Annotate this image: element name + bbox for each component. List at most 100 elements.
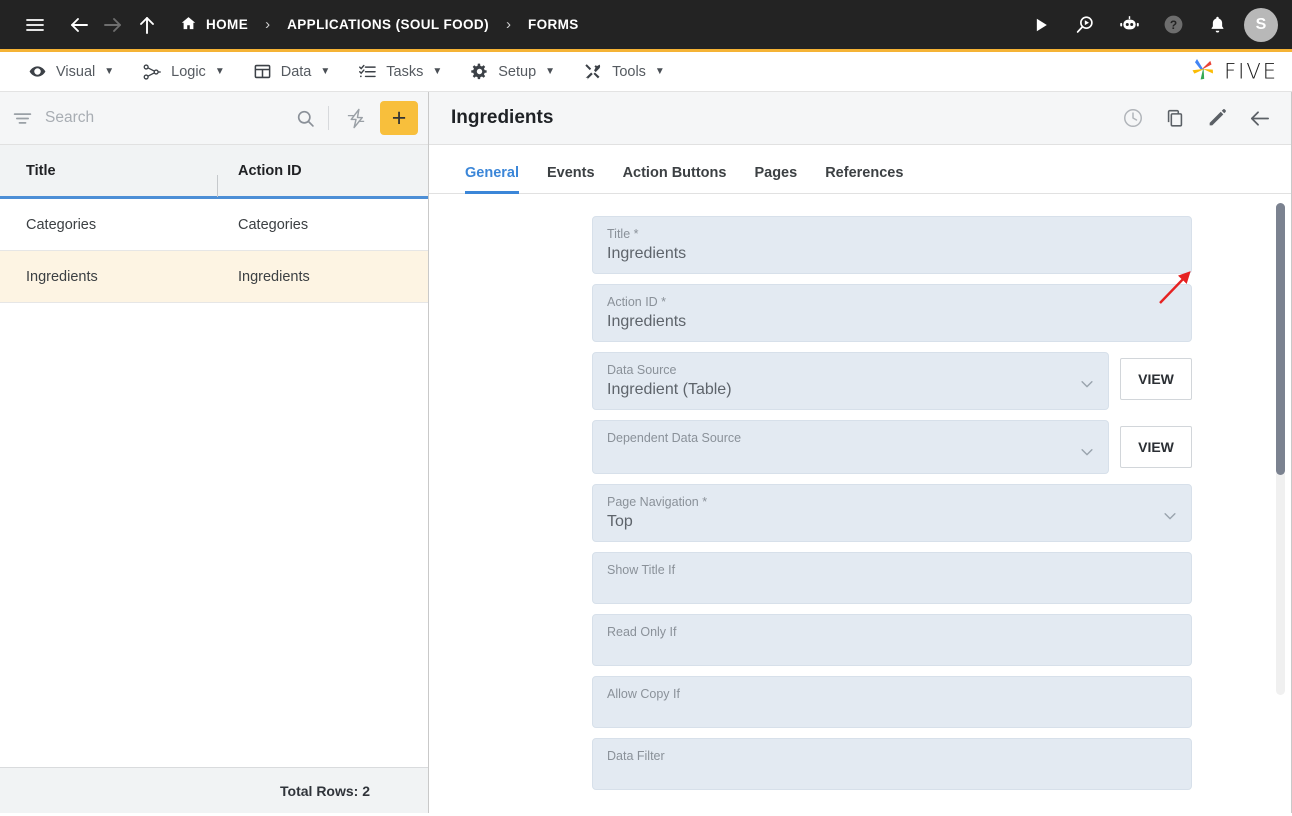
checklist-icon [358,62,377,81]
copy-icon[interactable] [1164,107,1186,129]
field-row-read-only-if: Read Only If [592,614,1192,666]
detail-header-actions [1122,107,1271,130]
chevron-down-icon: ▼ [104,66,115,77]
breadcrumb-label: FORMS [527,17,579,32]
field-row-allow-copy-if: Allow Copy If [592,676,1192,728]
back-arrow-icon[interactable] [1248,107,1271,130]
run-icon[interactable] [1024,8,1058,42]
field-row-page-navigation: Page Navigation * Top [592,484,1192,542]
data-filter-field[interactable]: Data Filter [592,738,1192,790]
field-row-dependent-data-source: Dependent Data Source VIEW [592,420,1192,474]
read-only-if-field[interactable]: Read Only If [592,614,1192,666]
menu-label: Data [280,63,312,80]
field-label: Action ID * [607,295,667,309]
topbar-actions: ? S [1024,7,1278,42]
history-clock-icon[interactable] [1122,107,1144,129]
scrollbar-thumb[interactable] [1276,203,1285,475]
field-value: Ingredient (Table) [607,381,732,398]
menu-item-setup[interactable]: Setup ▼ [456,52,569,91]
menu-item-logic[interactable]: Logic ▼ [128,52,239,91]
chevron-down-icon: ▼ [432,66,443,77]
search-icon[interactable] [295,108,316,129]
vertical-scrollbar[interactable] [1276,203,1285,695]
tab-references[interactable]: References [811,165,917,193]
breadcrumb: HOME › APPLICATIONS (SOUL FOOD) › FORMS [180,15,579,35]
page-title: Ingredients [451,107,554,128]
nav-forward-icon[interactable] [96,8,130,42]
field-value: Ingredients [607,245,687,262]
tab-pages[interactable]: Pages [740,165,811,193]
filter-icon[interactable] [12,108,33,129]
brand-text: FIVE [1224,59,1278,84]
row-title: Categories [26,216,97,233]
allow-copy-if-field[interactable]: Allow Copy If [592,676,1192,728]
column-header-action-id[interactable]: Action ID [218,163,302,179]
row-action-id: Categories [238,216,309,233]
menu-item-tools[interactable]: Tools ▼ [569,52,679,91]
five-logo: FIVE [1188,55,1278,88]
page-navigation-select[interactable]: Page Navigation * Top [592,484,1192,542]
menu-item-visual[interactable]: Visual ▼ [14,52,128,91]
hamburger-menu-icon[interactable] [18,8,52,42]
breadcrumb-item-applications[interactable]: APPLICATIONS (SOUL FOOD) [287,17,489,32]
title-field[interactable]: Title * Ingredients [592,216,1192,274]
detail-header: Ingredients [429,92,1291,145]
action-id-field[interactable]: Action ID * Ingredients [592,284,1192,342]
table-footer: Total Rows: 2 [0,767,428,813]
menu-label: Tasks [386,63,424,80]
notifications-bell-icon[interactable] [1200,8,1234,42]
chat-bot-icon[interactable] [1112,8,1146,42]
tools-icon [583,62,603,82]
field-label: Page Navigation * [607,495,708,509]
tab-general[interactable]: General [451,165,533,194]
user-avatar[interactable]: S [1244,7,1278,42]
menu-item-data[interactable]: Data ▼ [239,52,345,91]
search-input[interactable] [41,109,287,127]
detail-tabs: General Events Action Buttons Pages Refe… [429,145,1291,194]
tab-action-buttons[interactable]: Action Buttons [609,165,741,193]
dependent-data-source-select[interactable]: Dependent Data Source [592,420,1109,474]
table-row[interactable]: Ingredients Ingredients [0,251,428,303]
dependent-data-source-view-button[interactable]: VIEW [1120,426,1192,468]
general-tab-form: Title * Ingredients Action ID * Ingredie… [429,194,1291,813]
nav-back-icon[interactable] [62,8,96,42]
field-label: Read Only If [607,625,677,639]
logic-nodes-icon [142,62,162,82]
data-source-view-button[interactable]: VIEW [1120,358,1192,400]
breadcrumb-separator: › [505,16,511,33]
chevron-down-icon [1078,443,1096,466]
show-title-if-field[interactable]: Show Title If [592,552,1192,604]
table-row[interactable]: Categories Categories [0,199,428,251]
form-detail-panel: Ingredients General Events Action Button… [429,92,1292,813]
forms-table-header: Title Action ID [0,145,428,199]
add-form-button[interactable]: + [380,101,418,135]
breadcrumb-item-home[interactable]: HOME [180,15,248,35]
breadcrumb-item-forms[interactable]: FORMS [528,17,579,32]
search-toolbar: + [0,92,428,145]
workspace: + Title Action ID Categories Categories … [0,92,1292,813]
search-play-icon[interactable] [1068,8,1102,42]
field-label: Title * [607,227,639,241]
total-rows-label: Total Rows: 2 [280,782,370,799]
field-label: Data Source [607,363,677,377]
lightning-bolt-icon[interactable] [341,107,372,130]
edit-pencil-icon[interactable] [1206,107,1228,129]
breadcrumb-label: APPLICATIONS (SOUL FOOD) [287,17,489,32]
menu-label: Visual [56,63,96,80]
field-label: Allow Copy If [607,687,680,701]
field-row-data-source: Data Source Ingredient (Table) VIEW [592,352,1192,410]
tab-events[interactable]: Events [533,165,609,193]
menu-item-tasks[interactable]: Tasks ▼ [344,52,456,91]
row-action-id: Ingredients [238,268,310,285]
column-header-title[interactable]: Title [0,163,218,197]
top-navigation-bar: HOME › APPLICATIONS (SOUL FOOD) › FORMS … [0,0,1292,52]
breadcrumb-label: HOME [206,17,249,32]
help-icon[interactable]: ? [1156,8,1190,42]
field-row-data-filter: Data Filter [592,738,1192,790]
data-source-select[interactable]: Data Source Ingredient (Table) [592,352,1109,410]
forms-list-panel: + Title Action ID Categories Categories … [0,92,429,813]
table-grid-icon [253,62,272,81]
chevron-down-icon: ▼ [320,66,331,77]
nav-up-icon[interactable] [130,8,164,42]
application-menu-bar: Visual ▼ Logic ▼ Data ▼ Tasks ▼ Setup ▼ … [0,52,1292,92]
